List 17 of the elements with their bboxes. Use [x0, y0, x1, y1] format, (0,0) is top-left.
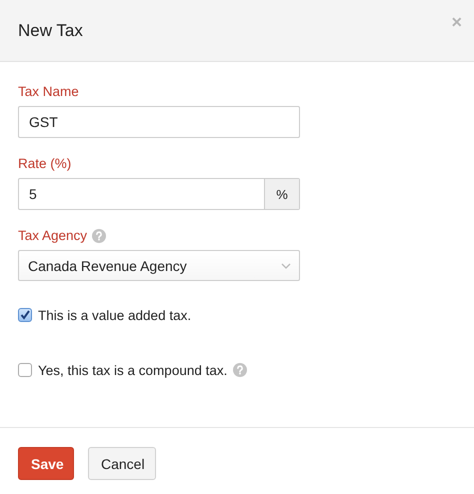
- checkbox-label: This is a value added tax.: [38, 308, 192, 322]
- save-button[interactable]: Save: [18, 447, 74, 480]
- checkbox[interactable]: [18, 308, 32, 322]
- percent-addon: %: [264, 179, 299, 209]
- field-label: Rate (%): [18, 156, 72, 171]
- field-label: Tax Name: [18, 84, 79, 99]
- rate-input-group[interactable]: 5 %: [18, 178, 300, 210]
- chevron-down-icon: [281, 262, 291, 268]
- dialog-title: New Tax: [18, 20, 83, 40]
- help-icon[interactable]: [92, 228, 106, 242]
- field-label: Tax Agency: [18, 228, 88, 243]
- help-icon[interactable]: [233, 363, 248, 377]
- checkbox-label: Yes, this tax is a compound tax.: [38, 362, 228, 378]
- cancel-button[interactable]: Cancel: [88, 447, 156, 480]
- agency-dropdown[interactable]: Canada Revenue Agency: [18, 250, 300, 281]
- checkbox[interactable]: [18, 363, 32, 377]
- text-field[interactable]: GST: [18, 106, 300, 138]
